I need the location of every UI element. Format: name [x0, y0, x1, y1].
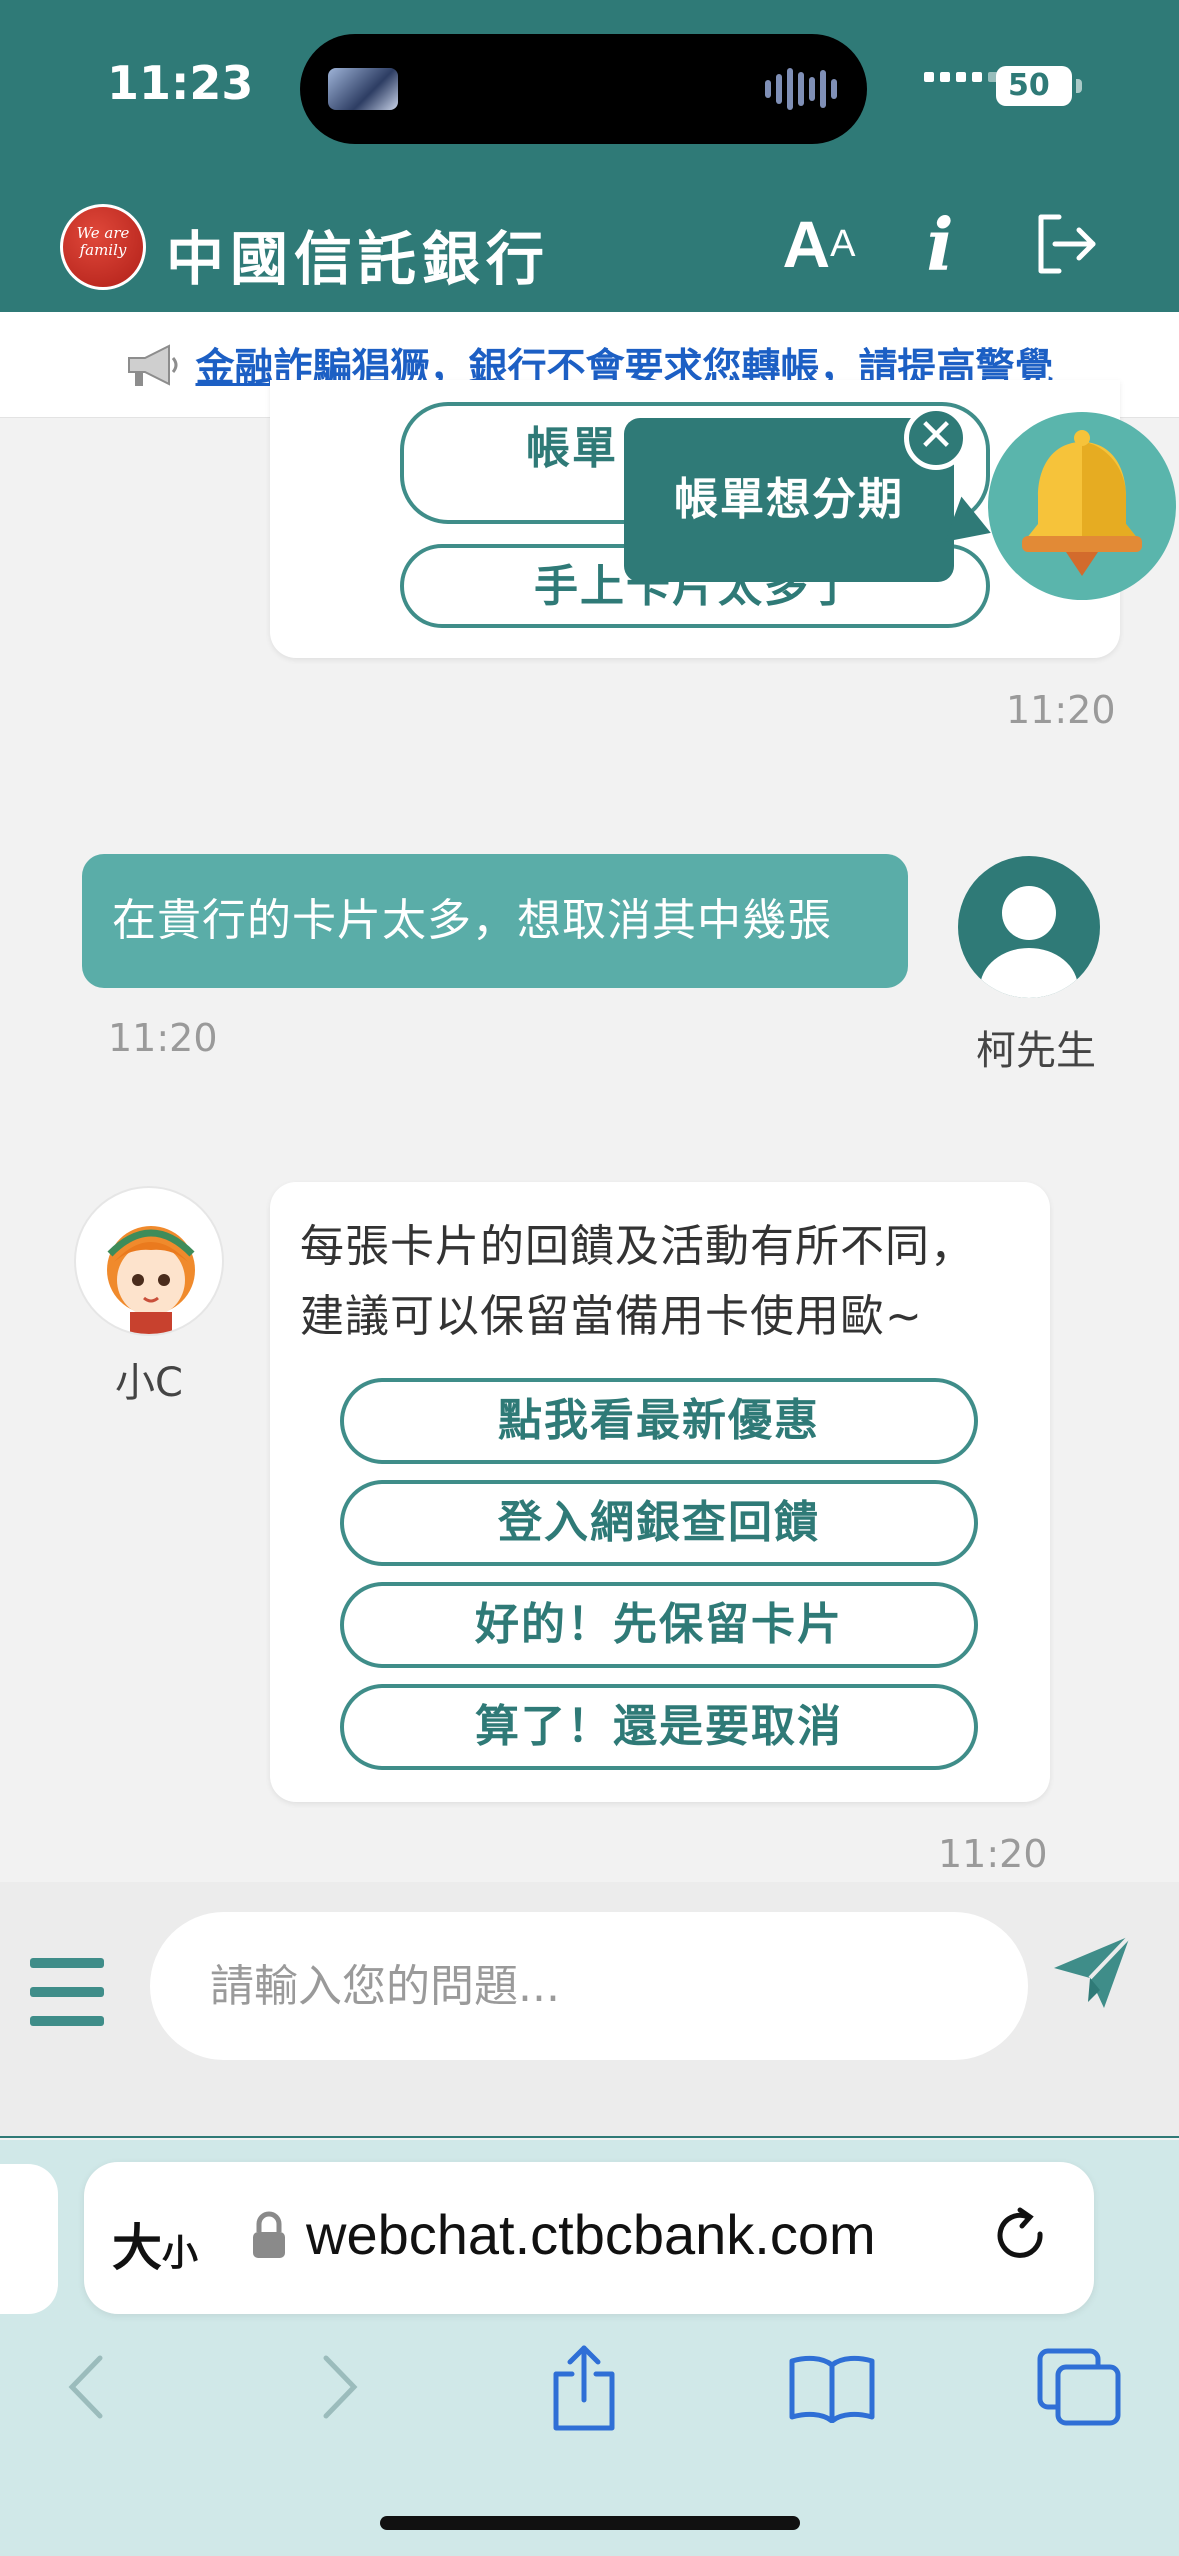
font-size-icon: A — [782, 207, 831, 281]
bank-name: 中國信託銀行 — [166, 225, 551, 293]
battery-indicator: 50 — [996, 66, 1082, 106]
bot-name: 小C — [115, 1360, 183, 1406]
user-message-bubble: 在貴行的卡片太多，想取消其中幾張 — [82, 854, 908, 988]
option-button-login-rewards[interactable]: 登入網銀查回饋 — [340, 1480, 978, 1566]
lock-icon — [253, 2211, 285, 2258]
previous-tab-preview[interactable] — [0, 2164, 58, 2314]
tabs-button[interactable] — [1034, 2344, 1124, 2430]
share-button[interactable] — [544, 2344, 624, 2431]
now-playing-thumbnail — [328, 68, 398, 110]
message-timestamp: 11:20 — [938, 1832, 1048, 1876]
notification-bell-button[interactable] — [988, 412, 1176, 600]
message-timestamp: 11:20 — [108, 1016, 218, 1060]
user-name: 柯先生 — [976, 1028, 1096, 1074]
logout-icon — [1038, 214, 1096, 274]
bank-logo: We are family — [60, 204, 146, 290]
info-icon: i — [926, 201, 954, 287]
dynamic-island — [300, 34, 867, 144]
page-size-button[interactable]: 大小 — [112, 2208, 198, 2280]
audio-wave-icon — [765, 64, 837, 114]
chevron-left-icon — [68, 2355, 103, 2419]
bookmarks-button[interactable] — [784, 2344, 880, 2430]
hamburger-menu-icon[interactable] — [30, 1958, 104, 2026]
send-icon[interactable] — [1050, 1930, 1134, 2014]
info-button[interactable]: i — [910, 201, 970, 287]
bot-avatar — [74, 1186, 224, 1336]
bell-icon — [1022, 430, 1142, 576]
back-button[interactable] — [56, 2344, 116, 2430]
message-timestamp: 11:20 — [1006, 688, 1116, 732]
popover-close-button[interactable]: ✕ — [904, 406, 968, 470]
chevron-right-icon — [323, 2355, 358, 2419]
forward-button[interactable] — [310, 2344, 370, 2430]
home-indicator — [380, 2516, 800, 2530]
close-icon: ✕ — [917, 410, 955, 461]
megaphone-icon — [128, 343, 178, 386]
font-size-button[interactable]: AA — [774, 204, 864, 284]
option-button-latest-offers[interactable]: 點我看最新優惠 — [340, 1378, 978, 1464]
status-time: 11:23 — [107, 56, 254, 110]
user-avatar — [958, 856, 1100, 998]
chat-input[interactable] — [150, 1912, 1028, 2060]
option-button-keep-card[interactable]: 好的！先保留卡片 — [340, 1582, 978, 1668]
book-icon — [789, 2355, 875, 2423]
option-button-cancel-card[interactable]: 算了！還是要取消 — [340, 1684, 978, 1770]
share-icon — [553, 2345, 615, 2431]
bot-message-text: 每張卡片的回饋及活動有所不同， 建議可以保留當備用卡使用歐~ — [300, 1221, 975, 1342]
url-text[interactable]: webchat.ctbcbank.com — [306, 2202, 876, 2267]
tabs-icon — [1037, 2348, 1121, 2426]
reload-icon[interactable] — [990, 2204, 1054, 2268]
logout-button[interactable] — [1024, 204, 1104, 284]
